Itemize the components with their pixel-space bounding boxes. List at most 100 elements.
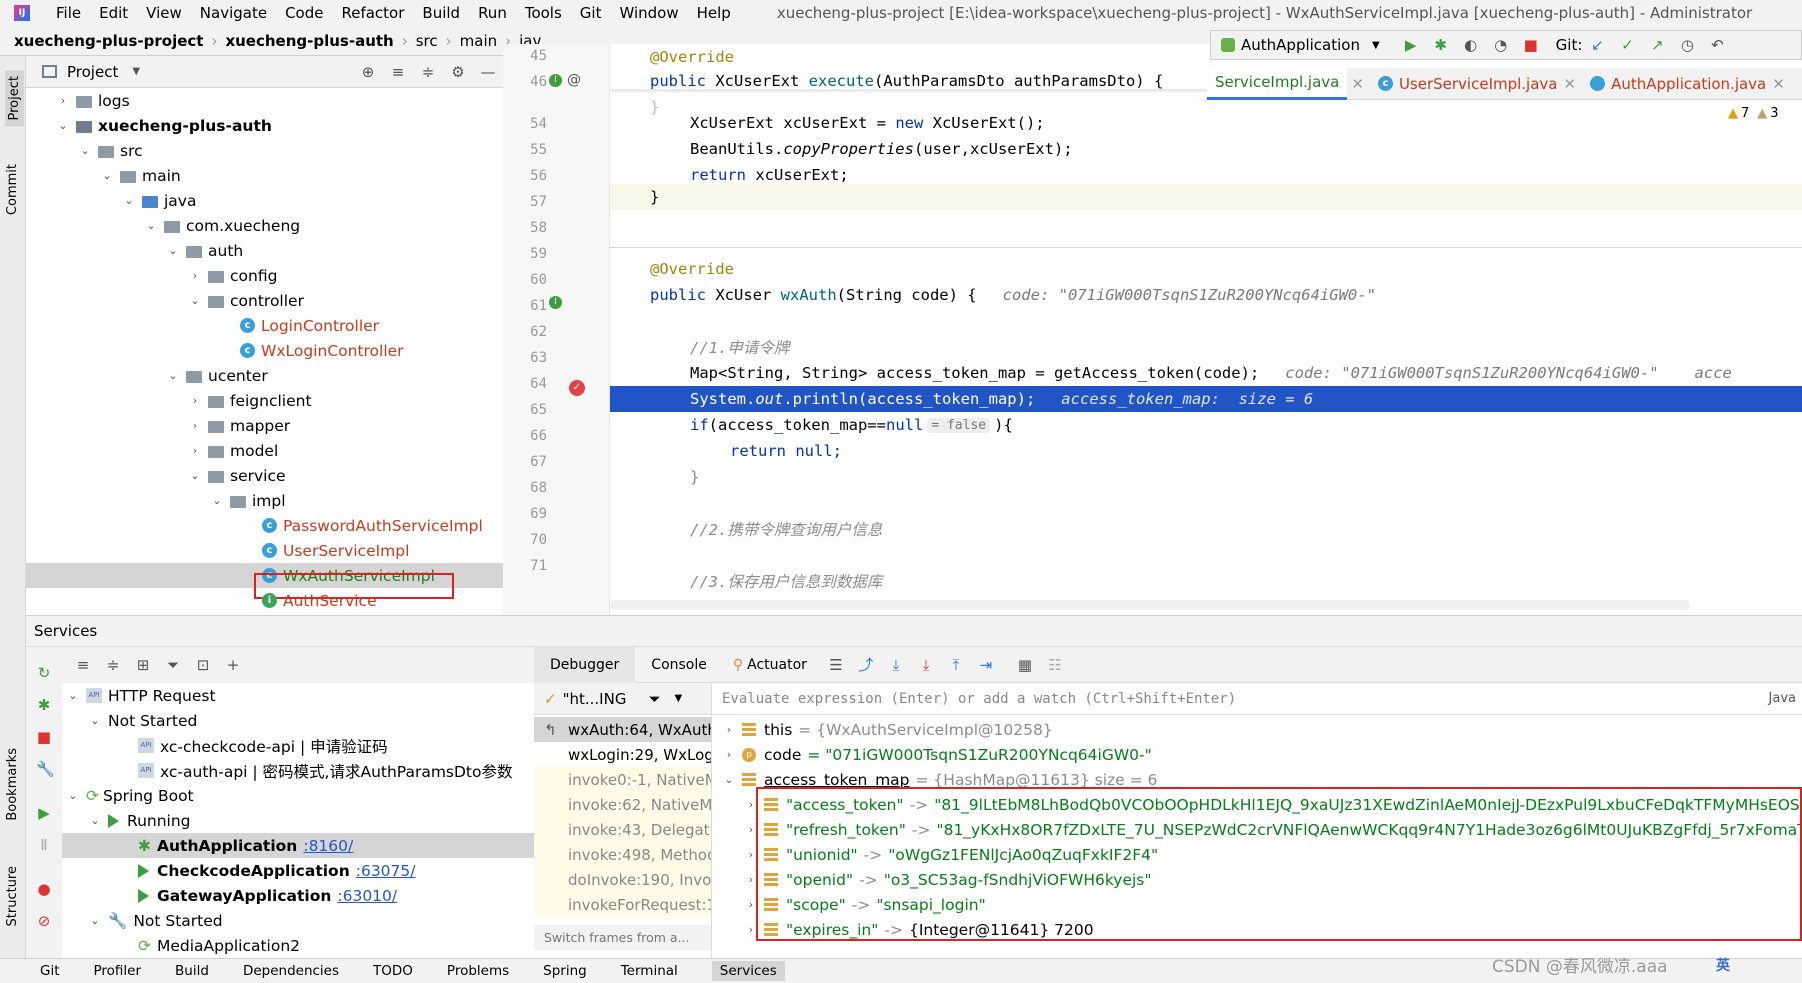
locate-icon[interactable]: ⊕ [360, 64, 376, 80]
close-icon[interactable]: ✕ [1564, 75, 1577, 93]
run-to-cursor-icon[interactable]: ⇥ [978, 657, 994, 673]
implements-icon[interactable]: I [549, 74, 562, 87]
run-config-select[interactable]: AuthApplication [1241, 36, 1360, 54]
profile-icon[interactable]: ◔ [1493, 37, 1509, 53]
chevron-right-icon[interactable]: › [188, 394, 202, 407]
horizontal-scrollbar[interactable] [610, 600, 1690, 610]
collapse-all-icon[interactable]: ≑ [105, 657, 121, 673]
services-node-auth-api[interactable]: API xc-auth-api | 密码模式,请求AuthParamsDto参数 [138, 758, 513, 783]
chevron-down-icon[interactable]: ⌄ [66, 789, 80, 802]
frame-item[interactable]: ↰ wxAuth:64, WxAuth [534, 717, 711, 742]
step-into-icon[interactable]: ⤓ [918, 657, 934, 673]
port-link[interactable]: :63075/ [356, 862, 416, 880]
services-node-not-started[interactable]: ⌄ Not Started [88, 708, 197, 733]
run-icon[interactable]: ▶ [1403, 37, 1419, 53]
tree-node-feignclient[interactable]: › feignclient [188, 388, 312, 413]
git-commit-icon[interactable]: ✓ [1619, 37, 1635, 53]
tree-node-java[interactable]: ⌄ java [122, 188, 196, 213]
mute-breakpoints-icon[interactable]: ⊘ [36, 913, 52, 929]
chevron-down-icon[interactable]: ▼ [132, 66, 140, 77]
tree-node-auth[interactable]: ⌄ auth [166, 238, 243, 263]
switch-frames-hint[interactable]: Switch frames from a... [534, 925, 711, 950]
expand-all-icon[interactable]: ≡ [75, 657, 91, 673]
add-icon[interactable]: + [225, 657, 241, 673]
menu-window[interactable]: Window [619, 4, 678, 22]
services-node-http-request[interactable]: ⌄ API HTTP Request [66, 683, 215, 708]
services-node-checkcode-api[interactable]: API xc-checkcode-api | 申请验证码 [138, 733, 388, 758]
close-icon[interactable]: ✕ [1772, 75, 1785, 93]
chevron-down-icon[interactable]: ⌄ [188, 294, 202, 307]
project-side-tab[interactable]: Project [5, 70, 24, 127]
services-node-authapplication[interactable]: ✱ AuthApplication:8160/ [138, 833, 353, 858]
warnings-indicator[interactable]: ▲ 7 ▲ 3 [1728, 106, 1779, 121]
statusbar-todo[interactable]: TODO [373, 963, 413, 979]
stop-icon[interactable]: ■ [1523, 37, 1539, 53]
chevron-down-icon[interactable]: ⌄ [166, 244, 180, 257]
pause-icon[interactable]: Ⅱ [36, 837, 52, 853]
tab-authapplication[interactable]: AuthApplication.java [1611, 75, 1766, 93]
breakpoint-icon[interactable]: ✓ [569, 380, 585, 396]
frame-item[interactable]: invoke:498, Method [534, 842, 711, 867]
group-by-icon[interactable]: ⊞ [135, 657, 151, 673]
git-push-icon[interactable]: ↗ [1649, 37, 1665, 53]
services-node-checkcodeapplication[interactable]: CheckcodeApplication:63075/ [138, 858, 416, 883]
chevron-down-icon[interactable]: ⌄ [66, 689, 80, 702]
statusbar-build[interactable]: Build [175, 963, 209, 979]
tree-node-logs[interactable]: › logs [56, 88, 130, 113]
services-node-spring-boot[interactable]: ⌄ ⟳ Spring Boot [66, 783, 193, 808]
new-tab-icon[interactable]: ⊡ [195, 657, 211, 673]
services-node-gatewayapplication[interactable]: GatewayApplication:63010/ [138, 883, 397, 908]
menu-view[interactable]: View [146, 4, 182, 22]
minimize-icon[interactable]: — [480, 64, 496, 80]
tree-node-mapper[interactable]: › mapper [188, 413, 290, 438]
menu-code[interactable]: Code [285, 4, 323, 22]
code-editor[interactable]: @Override public XcUserExt execute (AuthP… [610, 44, 1802, 615]
statusbar-terminal[interactable]: Terminal [621, 963, 678, 979]
chevron-right-icon[interactable]: › [722, 748, 736, 761]
expand-all-icon[interactable]: ≡ [390, 64, 406, 80]
debug-icon[interactable]: ✱ [36, 697, 52, 713]
evaluate-icon[interactable]: ▦ [1017, 657, 1033, 673]
debug-icon[interactable]: ✱ [1433, 37, 1449, 53]
tree-node-wxlogincontroller[interactable]: c WxLoginController [240, 338, 404, 363]
step-out-icon[interactable]: ⤒ [948, 657, 964, 673]
breadcrumb-project[interactable]: xuecheng-plus-project [14, 32, 203, 50]
menu-file[interactable]: File [56, 4, 81, 22]
statusbar-spring[interactable]: Spring [543, 963, 587, 979]
implements-icon[interactable]: I [549, 296, 562, 309]
statusbar-profiler[interactable]: Profiler [94, 963, 142, 979]
git-update-icon[interactable]: ↙ [1589, 37, 1605, 53]
resume-icon[interactable]: ▶ [36, 805, 52, 821]
tab-actuator[interactable]: Actuator [743, 657, 821, 673]
variable-this[interactable]: › this = {WxAuthServiceImpl@10258} [722, 717, 1053, 742]
services-node-not-started-2[interactable]: ⌄ 🔧 Not Started [88, 908, 222, 933]
breadcrumb-module[interactable]: xuecheng-plus-auth [225, 32, 393, 50]
statusbar-dependencies[interactable]: Dependencies [243, 963, 339, 979]
chevron-down-icon[interactable]: ⌄ [88, 814, 102, 827]
chevron-down-icon[interactable]: ⌄ [122, 194, 136, 207]
chevron-down-icon[interactable]: ⌄ [210, 494, 224, 507]
menu-run[interactable]: Run [478, 4, 507, 22]
tree-node-service[interactable]: ⌄ service [188, 463, 285, 488]
tab-console[interactable]: Console [635, 657, 723, 673]
thread-selector[interactable]: ✓ "ht...ING ⏷ ▼ [534, 683, 711, 715]
gear-icon[interactable]: ⚙ [450, 64, 466, 80]
step-over-icon[interactable]: ⤓ [888, 657, 904, 673]
chevron-right-icon[interactable]: › [56, 94, 70, 107]
statusbar-services[interactable]: Services [711, 961, 785, 981]
ime-indicator[interactable]: 英 [1716, 955, 1730, 975]
tab-wxauthserviceimpl[interactable]: ServiceImpl.java [1207, 67, 1348, 100]
frame-item[interactable]: invokeForRequest:1 [534, 892, 711, 917]
annotation-icon[interactable]: @ [567, 72, 581, 88]
show-execution-point-icon[interactable]: ⤴ [858, 657, 874, 673]
stop-icon[interactable]: ■ [36, 729, 52, 745]
chevron-down-icon[interactable]: ⌄ [188, 469, 202, 482]
undo-icon[interactable]: ↶ [1709, 37, 1725, 53]
breadcrumb-src[interactable]: src [416, 32, 438, 50]
menu-refactor[interactable]: Refactor [341, 4, 404, 22]
menu-help[interactable]: Help [697, 4, 731, 22]
chevron-down-icon[interactable]: ⌄ [56, 119, 70, 132]
chevron-down-icon[interactable]: ⌄ [88, 714, 102, 727]
chevron-down-icon[interactable]: ⌄ [722, 773, 736, 786]
collapse-all-icon[interactable]: ≑ [420, 64, 436, 80]
